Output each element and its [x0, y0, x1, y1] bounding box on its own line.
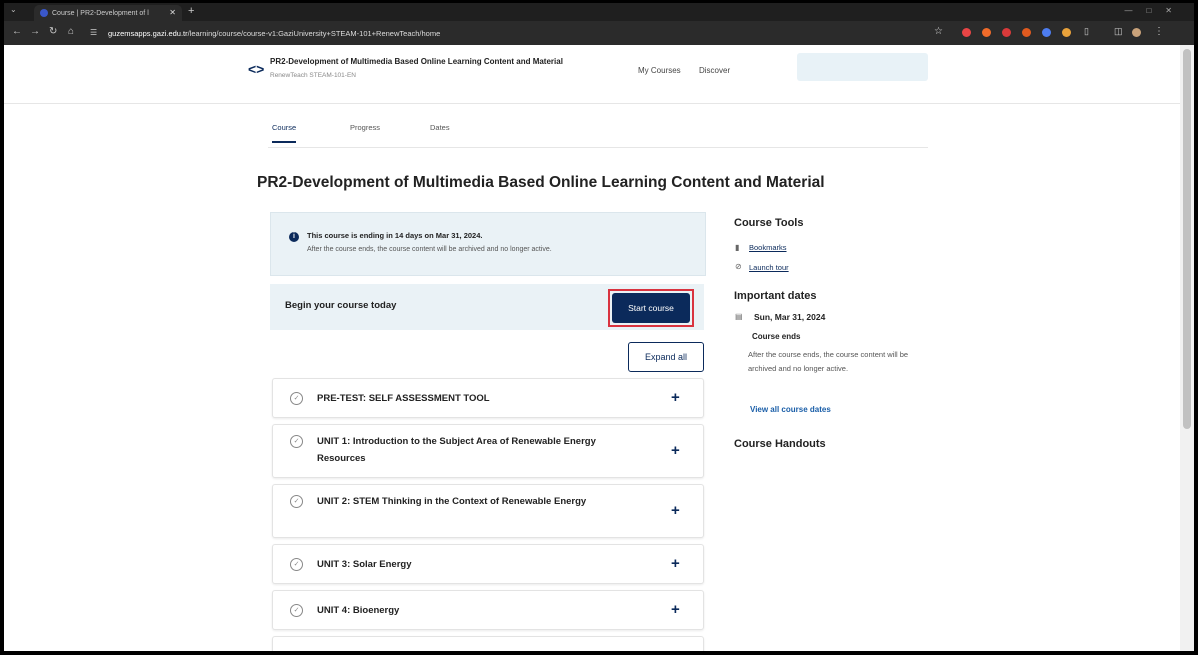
extension-icon[interactable]: [962, 28, 971, 37]
alert-detail: After the course ends, the course conten…: [307, 246, 552, 253]
code-logo-icon[interactable]: <>: [248, 61, 264, 77]
alert-headline: This course is ending in 14 days on Mar …: [307, 231, 483, 240]
info-icon: i: [289, 232, 299, 242]
tour-icon: ⊘: [735, 262, 742, 271]
unit-row[interactable]: ✓ UNIT 4: Bioenergy +: [272, 590, 704, 630]
bookmark-star-icon[interactable]: ☆: [934, 26, 943, 37]
unit-row[interactable]: ✓ UNIT 3: Solar Energy +: [272, 544, 704, 584]
extension-icon[interactable]: [1022, 28, 1031, 37]
expand-all-button[interactable]: Expand all: [628, 342, 704, 372]
tab-title: Course | PR2-Development of l: [52, 9, 149, 17]
header-course-title: PR2-Development of Multimedia Based Onli…: [270, 57, 563, 66]
begin-course-panel: Begin your course today Start course: [270, 284, 704, 330]
course-ending-alert: i This course is ending in 14 days on Ma…: [270, 212, 706, 276]
course-tabs: Course Progress Dates: [268, 123, 928, 148]
page-scrollbar[interactable]: [1180, 45, 1194, 651]
plus-icon[interactable]: +: [671, 442, 680, 459]
plus-icon[interactable]: +: [671, 389, 680, 406]
close-tab-icon[interactable]: ✕: [169, 8, 176, 17]
home-icon[interactable]: ⌂: [68, 26, 74, 37]
course-handouts-heading: Course Handouts: [734, 438, 826, 450]
plus-icon[interactable]: +: [671, 502, 680, 519]
browser-window: ⌄ Course | PR2-Development of l ✕ + —□✕ …: [4, 3, 1194, 651]
view-all-dates-link[interactable]: View all course dates: [750, 405, 831, 414]
extension-icon[interactable]: [1042, 28, 1051, 37]
unit-row[interactable]: [272, 636, 704, 651]
bookmarks-link[interactable]: Bookmarks: [749, 243, 787, 252]
check-circle-icon: ✓: [290, 558, 303, 571]
url-host: guzemsapps.gazi.edu.tr: [108, 28, 188, 38]
launch-tour-link[interactable]: Launch tour: [749, 263, 789, 272]
begin-label: Begin your course today: [285, 300, 397, 311]
highlight-box: Start course: [608, 289, 694, 327]
check-circle-icon: ✓: [290, 604, 303, 617]
extension-icon[interactable]: [1062, 28, 1071, 37]
window-controls[interactable]: —□✕: [1124, 6, 1186, 15]
course-ends-label: Course ends: [752, 332, 801, 341]
reload-icon[interactable]: ↻: [49, 26, 57, 37]
address-bar-row: ← → ↻ ⌂ ☰ guzemsapps.gazi.edu.tr/learnin…: [4, 21, 1194, 45]
check-circle-icon: ✓: [290, 392, 303, 405]
back-icon[interactable]: ←: [12, 26, 22, 37]
scrollbar-thumb[interactable]: [1183, 49, 1191, 429]
nav-discover[interactable]: Discover: [699, 66, 730, 75]
tab-dates[interactable]: Dates: [430, 123, 450, 132]
check-circle-icon: ✓: [290, 495, 303, 508]
extensions-puzzle-icon[interactable]: ▯: [1084, 26, 1089, 37]
profile-avatar-icon[interactable]: [1132, 28, 1141, 37]
plus-icon[interactable]: +: [671, 555, 680, 572]
unit-title: UNIT 4: Bioenergy: [317, 605, 400, 616]
tab-course[interactable]: Course: [272, 123, 297, 143]
tab-progress[interactable]: Progress: [350, 123, 380, 132]
course-end-date: Sun, Mar 31, 2024: [754, 312, 826, 322]
plus-icon[interactable]: +: [671, 601, 680, 618]
browser-tab[interactable]: Course | PR2-Development of l ✕: [34, 5, 182, 21]
calendar-icon: ▤: [735, 312, 743, 321]
favicon-icon: [40, 9, 48, 17]
header-course-org: RenewTeach STEAM-101-EN: [270, 72, 356, 79]
check-circle-icon: ✓: [290, 435, 303, 448]
tab-bar: ⌄ Course | PR2-Development of l ✕ + —□✕: [4, 3, 1194, 21]
course-header: <> PR2-Development of Multimedia Based O…: [4, 45, 1180, 104]
important-dates-heading: Important dates: [734, 290, 817, 302]
new-tab-icon[interactable]: +: [188, 5, 194, 17]
user-menu[interactable]: [797, 53, 928, 81]
forward-icon[interactable]: →: [30, 26, 40, 37]
nav-my-courses[interactable]: My Courses: [638, 66, 681, 75]
page-title: PR2-Development of Multimedia Based Onli…: [257, 174, 825, 191]
course-ends-description: After the course ends, the course conten…: [748, 350, 909, 373]
unit-title: UNIT 1: Introduction to the Subject Area…: [317, 436, 596, 464]
unit-title: UNIT 2: STEM Thinking in the Context of …: [317, 496, 587, 507]
bookmark-icon: ▮: [735, 243, 740, 252]
url-field[interactable]: guzemsapps.gazi.edu.tr/learning/course/c…: [108, 25, 948, 41]
unit-title: PRE-TEST: SELF ASSESSMENT TOOL: [317, 393, 490, 404]
unit-row[interactable]: ✓ UNIT 1: Introduction to the Subject Ar…: [272, 424, 704, 478]
unit-title: UNIT 3: Solar Energy: [317, 559, 412, 570]
unit-row[interactable]: ✓ PRE-TEST: SELF ASSESSMENT TOOL +: [272, 378, 704, 418]
unit-row[interactable]: ✓ UNIT 2: STEM Thinking in the Context o…: [272, 484, 704, 538]
course-tools-heading: Course Tools: [734, 217, 804, 229]
extension-icon[interactable]: [982, 28, 991, 37]
url-path: /learning/course/course-v1:GaziUniversit…: [187, 28, 441, 38]
page-content: <> PR2-Development of Multimedia Based O…: [4, 45, 1180, 651]
tab-list-icon[interactable]: ⌄: [10, 5, 17, 14]
extension-icon[interactable]: [1002, 28, 1011, 37]
side-panel-icon[interactable]: ◫: [1114, 26, 1123, 37]
menu-icon[interactable]: ⋮: [1154, 26, 1164, 37]
site-info-icon[interactable]: ☰: [90, 28, 97, 37]
start-course-button[interactable]: Start course: [612, 293, 690, 323]
